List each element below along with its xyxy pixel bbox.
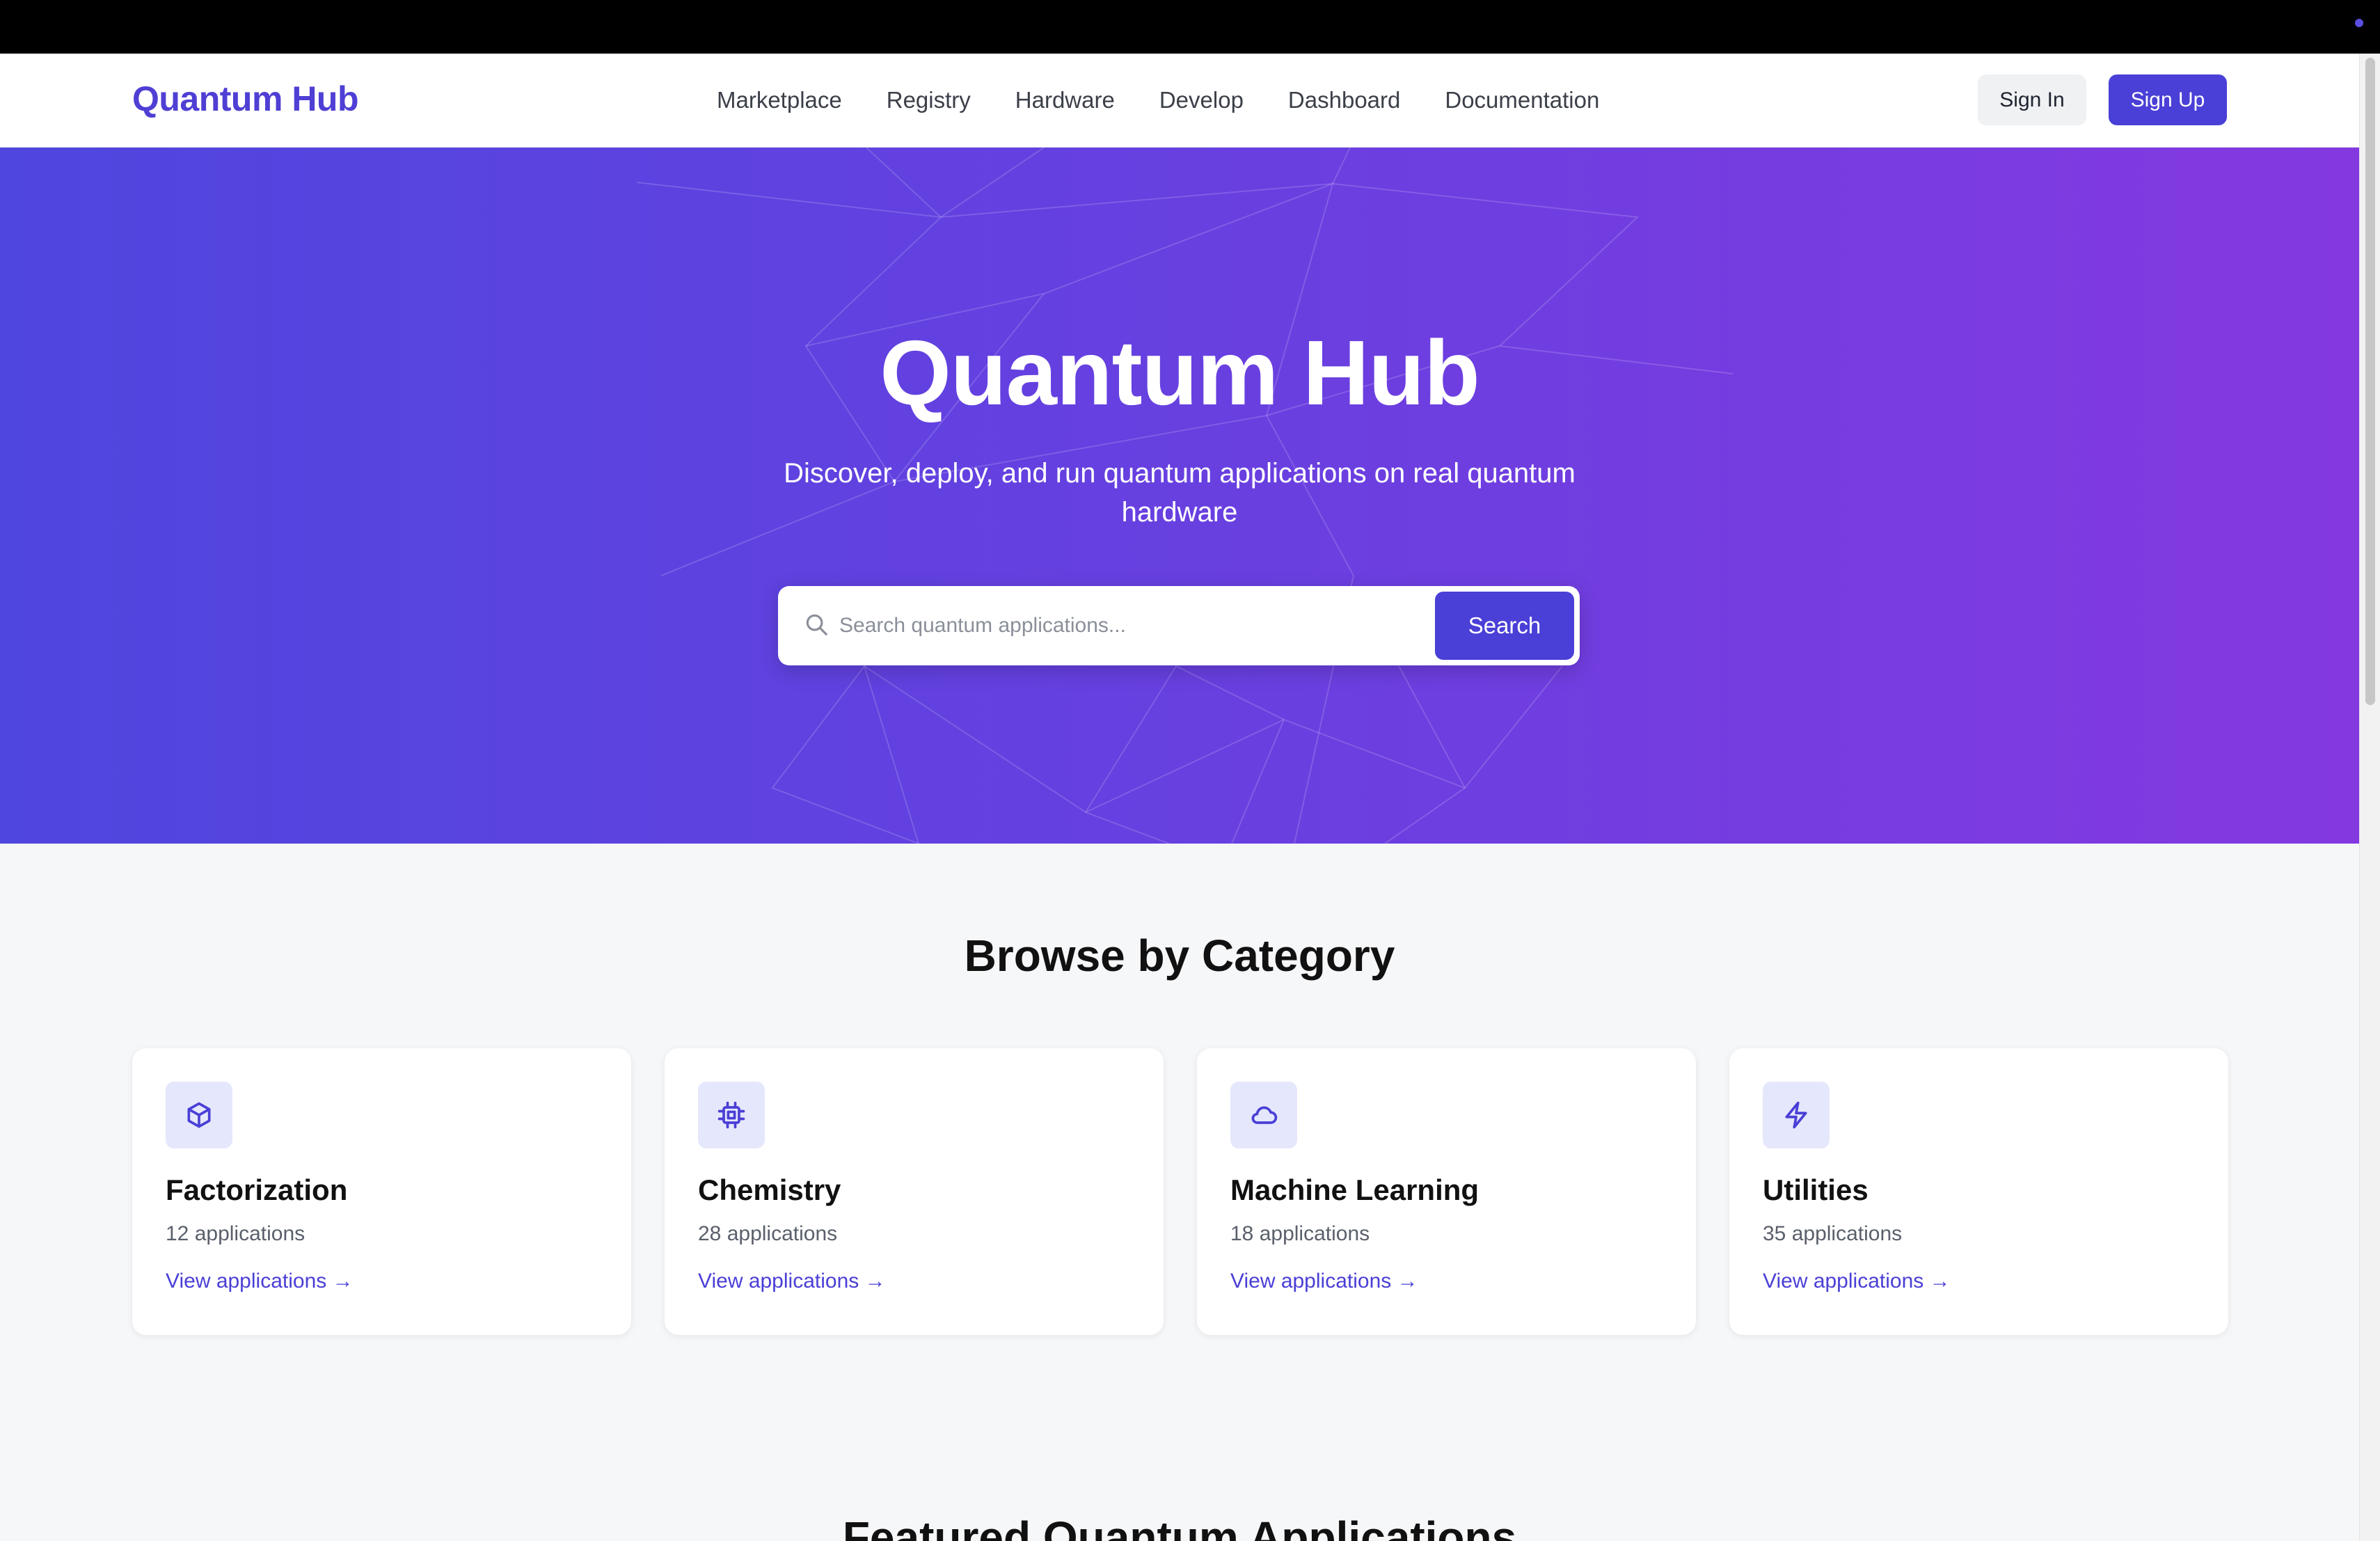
system-top-bar xyxy=(0,0,2380,54)
hero-subtitle: Discover, deploy, and run quantum applic… xyxy=(784,458,1576,528)
nav-links: Marketplace Registry Hardware Develop Da… xyxy=(717,87,1599,113)
nav-link-develop[interactable]: Develop xyxy=(1159,87,1244,113)
view-applications-link[interactable]: View applications → xyxy=(1230,1270,1418,1293)
navbar: Quantum Hub Marketplace Registry Hardwar… xyxy=(0,54,2359,148)
category-name: Utilities xyxy=(1763,1173,1869,1206)
sign-up-button[interactable]: Sign Up xyxy=(2109,74,2227,125)
lightning-icon xyxy=(1763,1082,1830,1148)
search-button[interactable]: Search xyxy=(1435,592,1574,660)
view-applications-link[interactable]: View applications → xyxy=(698,1270,886,1293)
category-card-machine-learning[interactable]: Machine Learning 18 applications View ap… xyxy=(1197,1048,1696,1335)
category-card-factorization[interactable]: Factorization 12 applications View appli… xyxy=(132,1048,631,1335)
nav-link-marketplace[interactable]: Marketplace xyxy=(717,87,842,113)
category-name: Chemistry xyxy=(698,1173,841,1206)
category-count: 28 applications xyxy=(698,1222,838,1245)
nav-link-hardware[interactable]: Hardware xyxy=(1015,87,1115,113)
category-name: Machine Learning xyxy=(1230,1173,1479,1206)
search-input[interactable] xyxy=(839,601,1466,650)
category-count: 35 applications xyxy=(1763,1222,1903,1245)
category-card-chemistry[interactable]: Chemistry 28 applications View applicati… xyxy=(665,1048,1164,1335)
search-icon xyxy=(803,611,830,641)
cube-icon xyxy=(166,1082,232,1148)
sign-in-button[interactable]: Sign In xyxy=(1978,74,2086,125)
featured-section-title: Featured Quantum Applications xyxy=(842,1512,1517,1541)
nav-link-dashboard[interactable]: Dashboard xyxy=(1288,87,1400,113)
view-applications-link[interactable]: View applications → xyxy=(1763,1270,1951,1293)
cloud-icon xyxy=(1230,1082,1297,1148)
category-cards: Factorization 12 applications View appli… xyxy=(132,1048,2228,1335)
status-dot-icon xyxy=(2355,19,2363,27)
category-section-title: Browse by Category xyxy=(964,931,1395,981)
nav-link-registry[interactable]: Registry xyxy=(887,87,971,113)
category-count: 18 applications xyxy=(1230,1222,1370,1245)
category-count: 12 applications xyxy=(166,1222,306,1245)
search-bar: Search xyxy=(778,586,1580,665)
category-card-utilities[interactable]: Utilities 35 applications View applicati… xyxy=(1729,1048,2228,1335)
logo[interactable]: Quantum Hub xyxy=(132,79,359,119)
view-applications-link[interactable]: View applications → xyxy=(166,1270,354,1293)
hero-title: Quantum Hub xyxy=(880,322,1480,424)
scrollbar[interactable] xyxy=(2359,54,2380,1541)
chip-icon xyxy=(698,1082,765,1148)
category-name: Factorization xyxy=(166,1173,348,1206)
nav-link-documentation[interactable]: Documentation xyxy=(1445,87,1599,113)
scrollbar-thumb[interactable] xyxy=(2365,58,2375,705)
hero-section: Quantum Hub Discover, deploy, and run qu… xyxy=(0,148,2359,844)
